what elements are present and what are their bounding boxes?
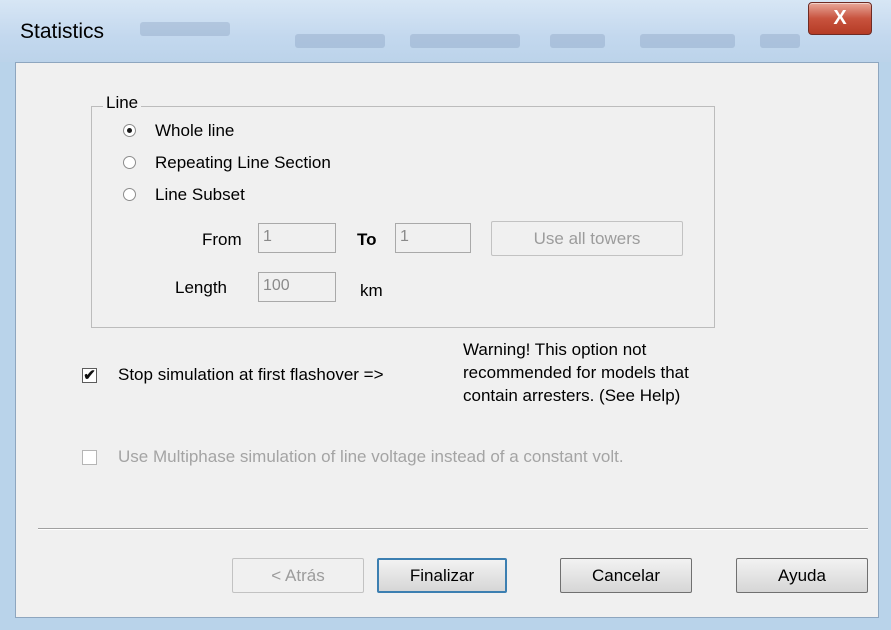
close-button[interactable]: X: [808, 2, 872, 35]
from-field[interactable]: 1: [258, 223, 336, 253]
help-button[interactable]: Ayuda: [736, 558, 868, 593]
footer-divider: [38, 528, 868, 530]
radio-line-subset[interactable]: [123, 188, 136, 201]
window-title: Statistics: [20, 20, 105, 43]
warning-line: recommended for models that: [463, 363, 689, 382]
background-blur: [410, 34, 520, 48]
finish-button[interactable]: Finalizar: [377, 558, 507, 593]
radio-repeating-line-section-label[interactable]: Repeating Line Section: [155, 153, 331, 173]
close-icon: X: [833, 7, 847, 29]
to-label: To: [357, 230, 377, 249]
flashover-warning-text: Warning! This option not recommended for…: [463, 338, 689, 407]
radio-whole-line-label[interactable]: Whole line: [155, 121, 234, 141]
line-group-legend: Line: [103, 93, 142, 113]
background-blur: [295, 34, 385, 48]
back-button[interactable]: < Atrás: [232, 558, 364, 593]
multiphase-checkbox[interactable]: [82, 450, 97, 465]
stop-simulation-checkbox[interactable]: ✔: [82, 368, 97, 383]
checkmark-icon: ✔: [83, 367, 96, 384]
background-blur: [760, 34, 800, 48]
title-bar: Statistics X: [0, 0, 891, 62]
radio-line-subset-label[interactable]: Line Subset: [155, 185, 245, 205]
warning-line: contain arresters. (See Help): [463, 386, 681, 405]
to-field[interactable]: 1: [395, 223, 471, 253]
radio-repeating-line-section[interactable]: [123, 156, 136, 169]
length-label: Length: [175, 278, 227, 297]
radio-whole-line[interactable]: [123, 124, 136, 137]
length-unit: km: [360, 281, 383, 300]
warning-line: Warning! This option not: [463, 340, 647, 359]
dialog-body: Line Whole line Repeating Line Section L…: [15, 62, 879, 618]
background-blur: [550, 34, 605, 48]
background-blur: [640, 34, 735, 48]
from-label: From: [202, 230, 242, 249]
length-field[interactable]: 100: [258, 272, 336, 302]
use-all-towers-button[interactable]: Use all towers: [491, 221, 683, 256]
cancel-button[interactable]: Cancelar: [560, 558, 692, 593]
multiphase-label[interactable]: Use Multiphase simulation of line voltag…: [118, 447, 624, 467]
background-blur: [140, 22, 230, 36]
stop-simulation-label[interactable]: Stop simulation at first flashover =>: [118, 365, 384, 385]
